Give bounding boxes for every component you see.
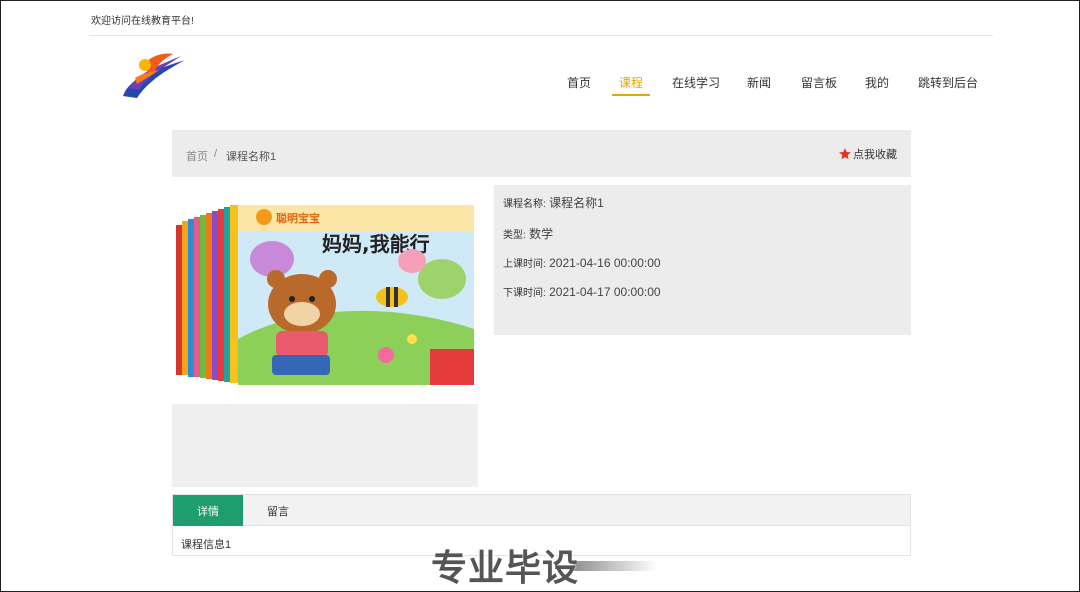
favorite-button[interactable]: 点我收藏 <box>838 146 897 162</box>
nav-courses[interactable]: 课程 <box>619 74 643 91</box>
tab-comments[interactable]: 留言 <box>243 495 313 526</box>
nav-online-learning[interactable]: 在线学习 <box>672 74 720 91</box>
tab-content-text: 课程信息1 <box>181 539 232 551</box>
course-start-label: 上课时间: <box>503 259 546 270</box>
course-cover-image: 聪明宝宝 妈妈,我能行 <box>172 189 478 387</box>
course-end-value: 2021-04-17 00:00:00 <box>549 285 661 299</box>
nav-my[interactable]: 我的 <box>865 74 889 91</box>
nav-active-indicator <box>612 94 650 96</box>
course-name-value: 课程名称1 <box>549 196 604 210</box>
nav-home[interactable]: 首页 <box>567 74 591 91</box>
course-type-row: 类型: 数学 <box>503 225 553 242</box>
main-nav: 首页 课程 在线学习 新闻 留言板 我的 跳转到后台 <box>1 1 1080 111</box>
course-type-value: 数学 <box>529 227 554 241</box>
favorite-label: 点我收藏 <box>853 149 897 161</box>
book-spines <box>176 205 238 383</box>
watermark-text: 专业毕设 <box>431 547 580 588</box>
nav-message-board[interactable]: 留言板 <box>801 74 837 91</box>
tab-header: 详情 留言 <box>173 495 910 526</box>
course-end-label: 下课时间: <box>503 288 546 299</box>
nav-admin[interactable]: 跳转到后台 <box>918 74 978 91</box>
nav-news[interactable]: 新闻 <box>747 74 771 91</box>
breadcrumb-separator: / <box>214 148 218 160</box>
course-start-value: 2021-04-16 00:00:00 <box>549 256 661 270</box>
star-icon <box>839 148 851 160</box>
course-name-row: 课程名称: 课程名称1 <box>503 194 604 211</box>
breadcrumb-current: 课程名称1 <box>226 151 277 163</box>
course-end-row: 下课时间: 2021-04-17 00:00:00 <box>503 284 661 299</box>
course-info-panel: 课程名称: 课程名称1 类型: 数学 上课时间: 2021-04-16 00:0… <box>494 185 911 335</box>
watermark-stroke <box>573 561 657 571</box>
course-name-label: 课程名称: <box>503 199 546 210</box>
breadcrumb: 首页 / 课程名称1 点我收藏 <box>172 130 911 177</box>
course-type-label: 类型: <box>503 230 526 241</box>
breadcrumb-home[interactable]: 首页 <box>186 148 208 164</box>
cover-brand: 聪明宝宝 <box>276 211 320 225</box>
course-start-row: 上课时间: 2021-04-16 00:00:00 <box>503 255 661 270</box>
cover-caption-area <box>172 404 478 487</box>
tab-details[interactable]: 详情 <box>173 495 243 526</box>
